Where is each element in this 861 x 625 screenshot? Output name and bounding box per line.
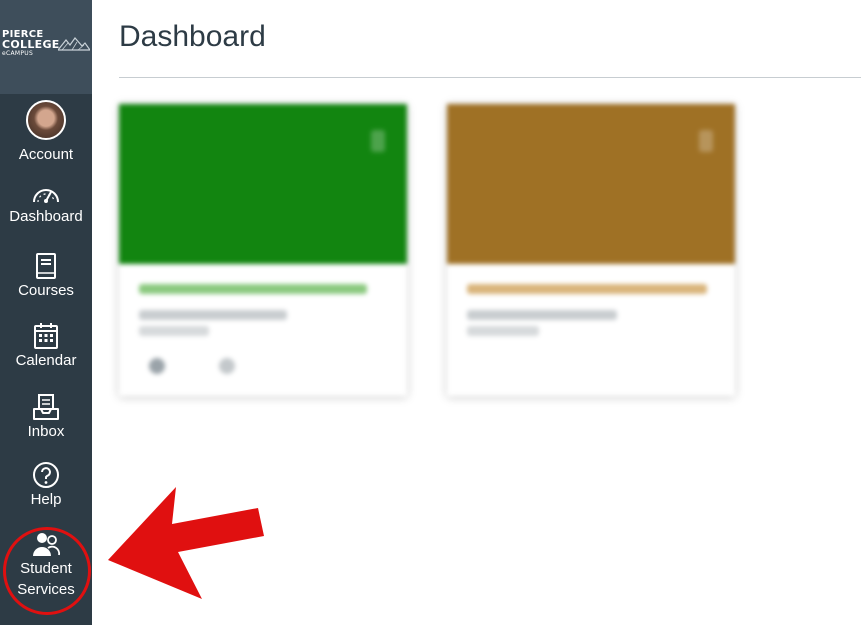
nav-label-account: Account [18,146,74,163]
logo-text: PIERCE COLLEGE eCAMPUS [2,30,60,58]
page-title: Dashboard [119,20,266,53]
card-discussions-icon[interactable] [219,358,235,374]
nav-item-help[interactable]: Help [0,461,92,510]
card-subtitle-placeholder [139,310,287,320]
card-options-icon[interactable] [699,130,713,152]
logo-line-2: COLLEGE [2,38,60,51]
card-hero[interactable] [447,104,735,264]
course-card[interactable] [447,104,735,396]
card-options-icon[interactable] [371,130,385,152]
inbox-icon [33,394,59,420]
card-subtitle-placeholder [467,310,617,320]
calendar-icon [34,323,58,349]
card-term-placeholder [467,326,539,336]
avatar [26,100,66,140]
card-hero[interactable] [119,104,407,264]
nav-label-calendar: Calendar [15,352,77,369]
annotation-arrow-icon [108,487,264,599]
nav-label-dashboard: Dashboard [9,208,83,225]
nav-label-services: Services [17,581,75,598]
nav-label-courses: Courses [18,282,74,299]
nav-label-student: Student [20,560,72,577]
nav-item-courses[interactable]: Courses [0,252,92,301]
logo-line-3: eCAMPUS [2,50,34,57]
student-services-icon [33,533,60,556]
nav-item-calendar[interactable]: Calendar [0,322,92,371]
help-icon [33,462,59,488]
pierce-college-logo[interactable]: PIERCE COLLEGE eCAMPUS [0,0,92,94]
global-nav: PIERCE COLLEGE eCAMPUS Account Dashboard [0,0,92,625]
nav-item-dashboard[interactable]: Dashboard [0,182,92,227]
title-divider [119,77,861,78]
card-term-placeholder [139,326,209,336]
card-title-placeholder[interactable] [139,284,367,294]
nav-label-inbox: Inbox [27,423,65,440]
courses-book-icon [36,253,56,279]
card-announcements-icon[interactable] [149,358,165,374]
nav-label-help: Help [30,491,62,508]
course-card[interactable] [119,104,407,396]
nav-item-inbox[interactable]: Inbox [0,393,92,442]
nav-item-account[interactable]: Account [0,100,92,165]
card-title-placeholder[interactable] [467,284,707,294]
mountain-logo-icon [58,37,90,51]
nav-item-student-services[interactable]: Student Services [0,530,92,600]
dashboard-icon [33,189,59,203]
